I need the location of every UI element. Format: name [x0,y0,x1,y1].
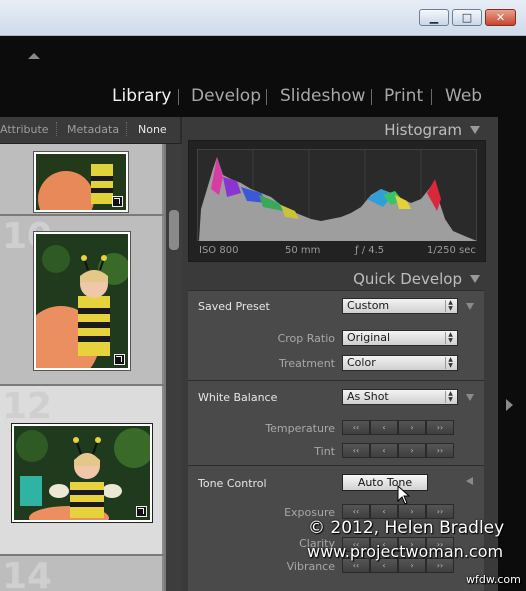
grid-cell[interactable] [0,144,164,214]
exposure-stepper[interactable]: ‹‹ ‹ › ›› [342,504,454,519]
histogram-display: ISO 800 50 mm ƒ / 4.5 1/250 sec [188,140,486,262]
chevron-updown-icon: ▲ ▼ [445,391,455,403]
step-large-down-button[interactable]: ‹‹ [342,504,370,519]
photo-thumbnail[interactable] [34,152,128,212]
minimize-icon: ▁ [429,11,439,24]
saved-preset-expand-icon[interactable] [466,303,474,310]
module-separator [178,89,179,105]
chevron-updown-icon: ▲ ▼ [445,300,455,312]
module-print[interactable]: Print [384,86,423,106]
grid-cell[interactable]: 14 [0,556,164,591]
maximize-button[interactable]: □ [452,9,482,26]
edited-badge-icon [114,354,125,365]
white-balance-dropdown[interactable]: As Shot ▲ ▼ [342,389,458,405]
treatment-value: Color [347,356,376,369]
step-down-button[interactable]: ‹ [370,504,398,519]
right-panel-toggle-icon[interactable] [506,399,513,411]
white-balance-label: White Balance [198,391,278,404]
watermark-url: www.projectwoman.com [307,542,504,561]
chevron-updown-icon: ▲ ▼ [445,357,455,369]
maximize-icon: □ [461,11,473,24]
auto-tone-button[interactable]: Auto Tone [342,474,428,491]
step-up-button[interactable]: › [398,443,426,458]
photo-thumbnail-selected[interactable] [12,424,152,522]
tint-label: Tint [314,445,335,458]
quick-develop-white-balance-section: White Balance As Shot ▲ ▼ Temperature ‹‹ … [188,380,484,465]
tint-stepper[interactable]: ‹‹ ‹ › ›› [342,443,454,458]
edited-badge-icon [136,506,147,517]
step-large-down-button[interactable]: ‹‹ [342,420,370,435]
close-icon: ✕ [495,11,506,24]
treatment-label: Treatment [279,357,335,370]
saved-preset-dropdown[interactable]: Custom ▲ ▼ [342,298,458,314]
window-titlebar: ▁ □ ✕ [0,0,526,36]
step-large-up-button[interactable]: ›› [426,443,454,458]
histogram-focal-length: 50 mm [285,245,321,256]
step-large-up-button[interactable]: ›› [426,504,454,519]
saved-preset-label: Saved Preset [198,300,270,313]
photo-grid: 10 12 14 [0,144,166,591]
step-large-up-button[interactable]: ›› [426,420,454,435]
chevron-updown-icon: ▲ ▼ [445,332,455,344]
saved-preset-value: Custom [347,299,390,312]
temperature-label: Temperature [265,422,335,435]
temperature-stepper[interactable]: ‹‹ ‹ › ›› [342,420,454,435]
module-separator [431,89,432,105]
library-filter-bar: Attribute Metadata None [0,117,180,144]
tone-control-expand-icon[interactable] [466,477,473,485]
crop-ratio-dropdown[interactable]: Original ▲ ▼ [342,330,458,346]
quick-develop-preset-section: Saved Preset Custom ▲ ▼ Crop Ratio Origin… [188,290,484,380]
module-separator [371,89,372,105]
module-web[interactable]: Web [445,86,482,106]
filter-separator [56,122,58,136]
histogram-aperture: ƒ / 4.5 [355,245,385,256]
mouse-cursor-icon [397,485,411,505]
watermark-copyright: © 2012, Helen Bradley [308,518,505,538]
module-picker: Library Develop Slideshow Print Web [0,86,526,110]
step-large-down-button[interactable]: ‹‹ [342,443,370,458]
top-panel-collapse-icon[interactable] [28,53,40,59]
histogram-graph [197,149,477,241]
step-down-button[interactable]: ‹ [370,443,398,458]
white-balance-value: As Shot [347,390,389,403]
vibrance-label: Vibrance [286,560,335,573]
filter-metadata[interactable]: Metadata [67,123,119,136]
tone-control-label: Tone Control [198,477,267,490]
close-button[interactable]: ✕ [485,9,516,26]
crop-ratio-label: Crop Ratio [277,332,335,345]
histogram-shutter: 1/250 sec [427,245,476,256]
module-library[interactable]: Library [112,86,171,106]
grid-cell-selected[interactable]: 12 [0,386,164,554]
step-up-button[interactable]: › [398,420,426,435]
watermark-corner: wfdw.com [466,573,521,586]
cell-number: 14 [2,556,53,591]
treatment-dropdown[interactable]: Color ▲ ▼ [342,355,458,371]
grid-cell[interactable]: 10 [0,216,164,384]
histogram-title[interactable]: Histogram [384,121,462,139]
filter-none[interactable]: None [138,123,167,136]
filter-separator [126,122,128,136]
quick-develop-collapse-icon[interactable] [470,275,480,283]
white-balance-expand-icon[interactable] [466,394,474,401]
photo-thumbnail[interactable] [34,232,130,370]
step-up-button[interactable]: › [398,504,426,519]
quick-develop-title[interactable]: Quick Develop [353,270,462,288]
histogram-collapse-icon[interactable] [470,126,480,134]
histogram-iso: ISO 800 [199,245,239,256]
module-separator [266,89,267,105]
step-down-button[interactable]: ‹ [370,420,398,435]
module-develop[interactable]: Develop [191,86,261,106]
edited-badge-icon [112,196,123,207]
minimize-button[interactable]: ▁ [419,9,449,26]
module-slideshow[interactable]: Slideshow [280,86,365,106]
filter-attribute[interactable]: Attribute [0,123,49,136]
cell-number: 12 [2,386,53,427]
grid-scrollbar-thumb[interactable] [169,210,179,250]
crop-ratio-value: Original [347,331,391,344]
